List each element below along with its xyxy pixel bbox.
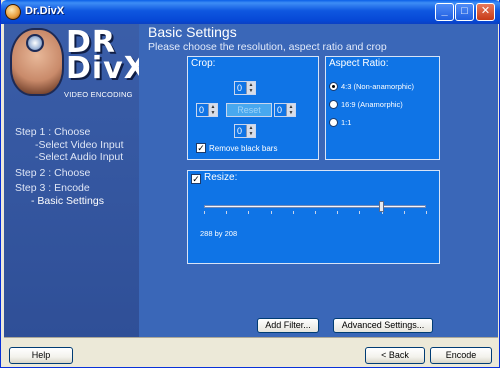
step-1-audio-input: -Select Audio Input xyxy=(35,151,124,163)
stepper-arrows-icon[interactable]: ▲ ▼ xyxy=(208,104,217,116)
add-filter-button[interactable]: Add Filter... xyxy=(257,318,319,333)
resize-slider-thumb[interactable] xyxy=(379,201,384,212)
encode-button[interactable]: Encode xyxy=(430,347,492,364)
aspect-option-4-3-label: 4:3 (Non-anamorphic) xyxy=(341,82,414,91)
resize-slider-track[interactable] xyxy=(204,205,426,208)
crop-left-value: 0 xyxy=(199,105,205,115)
title-bar[interactable]: Dr.DivX _ □ ✕ xyxy=(1,0,500,24)
advanced-settings-button[interactable]: Advanced Settings... xyxy=(333,318,433,333)
aspect-option-16-9-label: 16:9 (Anamorphic) xyxy=(341,100,403,109)
resize-value-label: 288 by 208 xyxy=(200,229,238,238)
app-window: Dr.DivX _ □ ✕ DR DivX VIDEO ENCODING Ste… xyxy=(0,0,500,368)
bottom-button-bar: Help < Back Encode xyxy=(4,337,498,366)
close-icon: ✕ xyxy=(480,5,491,17)
back-button[interactable]: < Back xyxy=(365,347,425,364)
aspect-option-4-3-radio[interactable] xyxy=(329,82,338,91)
crop-top-value: 0 xyxy=(237,83,243,93)
wizard-sidebar: DR DivX VIDEO ENCODING Step 1 : Choose -… xyxy=(4,24,147,337)
slider-tick xyxy=(226,211,227,214)
minimize-button[interactable]: _ xyxy=(435,3,454,21)
help-button[interactable]: Help xyxy=(9,347,73,364)
wizard-steps: Step 1 : Choose -Select Video Input -Sel… xyxy=(15,126,124,207)
slider-tick xyxy=(359,211,360,214)
stepper-arrows-icon[interactable]: ▲ ▼ xyxy=(246,82,255,94)
slider-tick xyxy=(426,211,427,214)
slider-tick xyxy=(271,211,272,214)
main-panel: Basic Settings Please choose the resolut… xyxy=(139,24,498,337)
aspect-ratio-group: Aspect Ratio: 4:3 (Non-anamorphic) 16:9 … xyxy=(325,56,440,160)
logo-line2: DivX xyxy=(66,51,148,86)
page-subtitle: Please choose the resolution, aspect rat… xyxy=(148,41,387,53)
resize-title: Resize: xyxy=(204,172,238,183)
minimize-icon: _ xyxy=(441,5,448,17)
step-3: Step 3 : Encode xyxy=(15,182,90,194)
remove-black-bars-checkbox[interactable]: ✓ xyxy=(196,143,206,153)
maximize-icon: □ xyxy=(461,5,468,17)
aspect-option-1-1-label: 1:1 xyxy=(341,118,352,127)
app-icon xyxy=(5,4,21,20)
slider-tick xyxy=(404,211,405,214)
aspect-option-1-1-radio[interactable] xyxy=(329,118,338,127)
crop-title: Crop: xyxy=(191,58,216,69)
window-title: Dr.DivX xyxy=(25,5,65,17)
step-1-video-input: -Select Video Input xyxy=(35,138,124,151)
slider-tick xyxy=(337,211,338,214)
crop-left-stepper[interactable]: 0 ▲ ▼ xyxy=(196,103,218,117)
logo-tagline: VIDEO ENCODING xyxy=(64,90,133,99)
step-3-basic-settings: - Basic Settings xyxy=(31,194,104,207)
maximize-button[interactable]: □ xyxy=(455,3,474,21)
step-1: Step 1 : Choose xyxy=(15,126,91,138)
crop-top-stepper[interactable]: 0 ▲ ▼ xyxy=(234,81,256,95)
stepper-arrows-icon[interactable]: ▲ ▼ xyxy=(246,125,255,137)
slider-tick xyxy=(248,211,249,214)
resize-group: ✓ Resize: 288 by 208 xyxy=(187,170,440,264)
slider-tick xyxy=(315,211,316,214)
crop-right-stepper[interactable]: 0 ▲ ▼ xyxy=(274,103,296,117)
crop-bottom-stepper[interactable]: 0 ▲ ▼ xyxy=(234,124,256,138)
resize-checkbox[interactable]: ✓ xyxy=(191,174,201,184)
aspect-ratio-title: Aspect Ratio: xyxy=(329,58,389,69)
close-button[interactable]: ✕ xyxy=(476,3,495,21)
slider-tick xyxy=(204,211,205,214)
remove-black-bars-label: Remove black bars xyxy=(209,144,278,153)
stepper-arrows-icon[interactable]: ▲ ▼ xyxy=(286,104,295,116)
crop-bottom-value: 0 xyxy=(237,126,243,136)
aspect-option-16-9-radio[interactable] xyxy=(329,100,338,109)
step-2: Step 2 : Choose xyxy=(15,166,91,179)
crop-right-value: 0 xyxy=(277,105,283,115)
crop-group: Crop: 0 ▲ ▼ 0 ▲ ▼ Reset 0 ▲ ▼ 0 ▲ ▼ ✓ Remove… xyxy=(187,56,319,160)
slider-tick xyxy=(293,211,294,214)
head-mirror-icon xyxy=(26,34,44,52)
crop-reset-button[interactable]: Reset xyxy=(226,103,272,117)
logo-wordmark: DR DivX xyxy=(66,28,148,86)
page-title: Basic Settings xyxy=(148,24,237,40)
